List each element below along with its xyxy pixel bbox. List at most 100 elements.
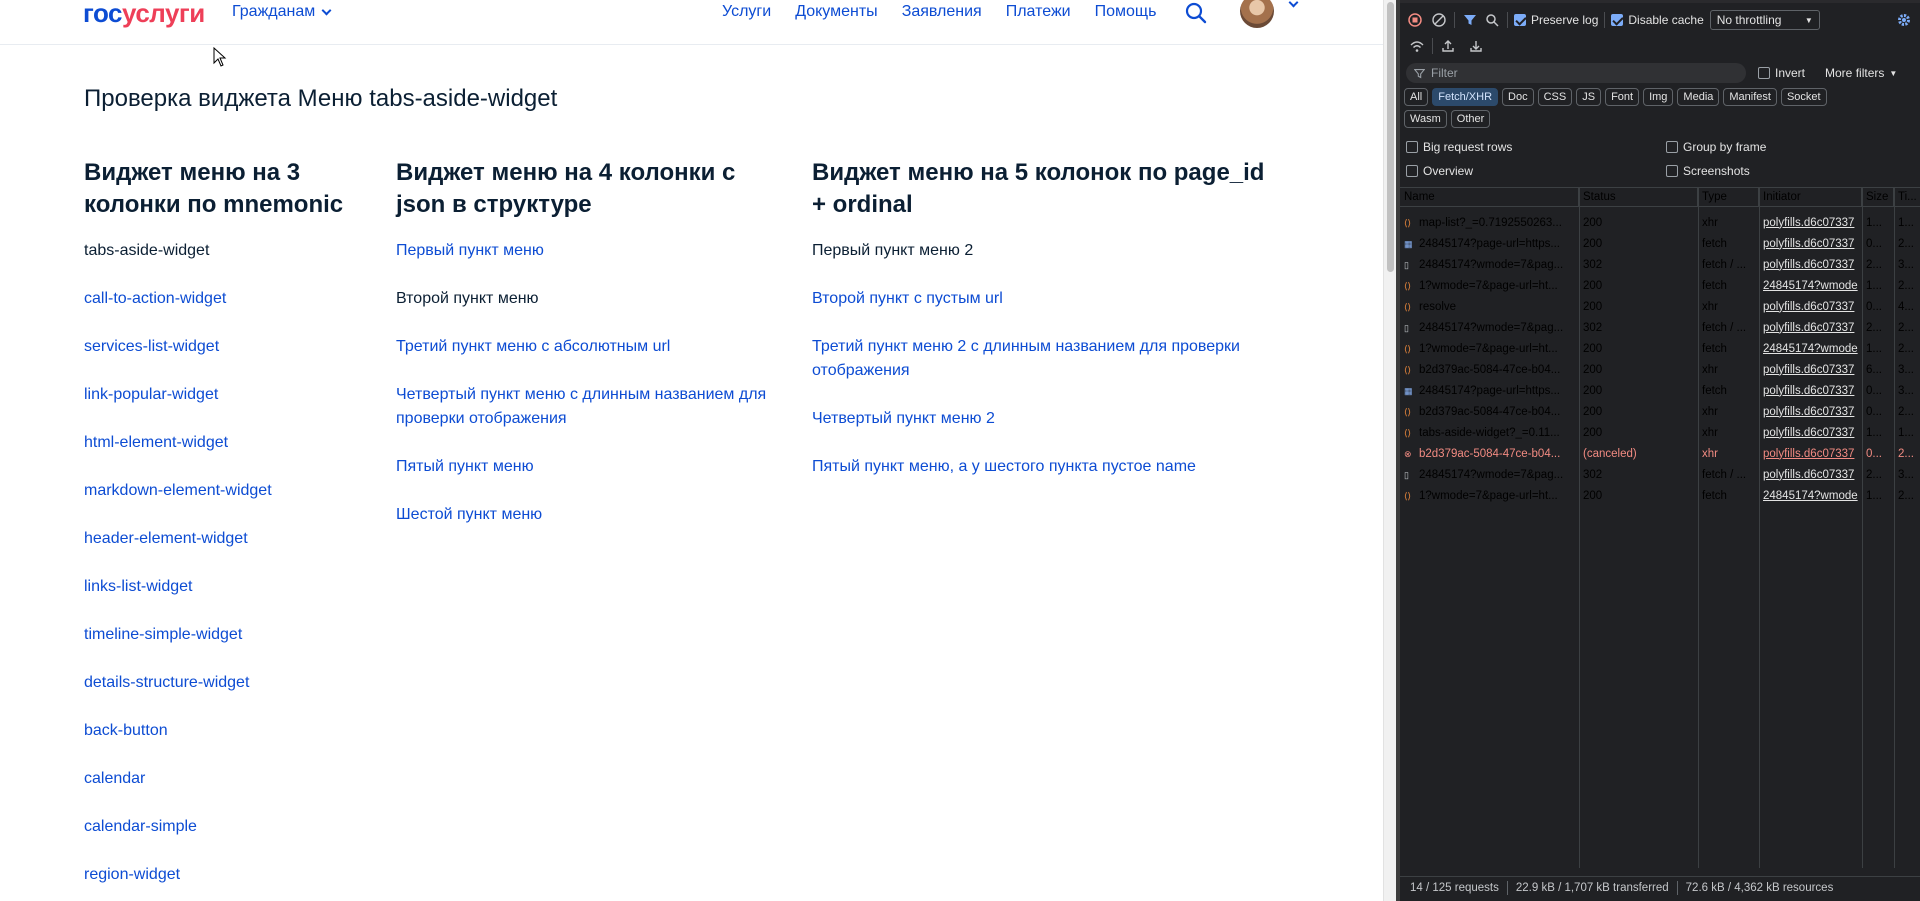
menu-link[interactable]: details-structure-widget	[84, 671, 384, 695]
request-initiator[interactable]: polyfills.d6c07337	[1759, 322, 1862, 334]
menu-link[interactable]: timeline-simple-widget	[84, 623, 384, 647]
request-initiator[interactable]: polyfills.d6c07337	[1759, 238, 1862, 250]
filter-input[interactable]: Filter	[1406, 63, 1746, 83]
menu-link[interactable]: call-to-action-widget	[84, 287, 384, 311]
request-name: ⟨⟩ map-list?_=0.7192550263...	[1404, 216, 1562, 229]
type-filter-doc[interactable]: Doc	[1502, 88, 1534, 106]
invert-checkbox[interactable]: Invert	[1758, 66, 1805, 80]
disable-cache-checkbox[interactable]: Disable cache	[1611, 13, 1704, 27]
citizens-menu[interactable]: Гражданам	[232, 3, 332, 21]
menu-link[interactable]: Четвертый пункт меню 2	[812, 407, 1282, 431]
request-row[interactable]: ▦ 24845174?page-url=https... 200 fetch polyf…	[1400, 380, 1920, 401]
type-filter-css[interactable]: CSS	[1537, 88, 1573, 106]
menu-link[interactable]: calendar	[84, 767, 384, 791]
nav-documents[interactable]: Документы	[795, 3, 877, 21]
page-scrollbar[interactable]	[1383, 0, 1396, 901]
request-row[interactable]: ▯ 24845174?wmode=7&pag... 302 fetch / ... po…	[1400, 317, 1920, 338]
request-initiator[interactable]: polyfills.d6c07337	[1759, 406, 1862, 418]
search-icon[interactable]	[1184, 1, 1208, 25]
request-row[interactable]: ⊗ b2d379ac-5084-47ce-b04... (canceled) xhr p…	[1400, 443, 1920, 464]
overview-checkbox[interactable]: Overview	[1406, 164, 1666, 178]
menu-link[interactable]: back-button	[84, 719, 384, 743]
throttling-select[interactable]: No throttling ▼	[1709, 10, 1820, 30]
menu-link[interactable]: links-list-widget	[84, 575, 384, 599]
type-filter-media[interactable]: Media	[1677, 88, 1720, 106]
menu-link[interactable]: Пятый пункт меню, а у шестого пункта пус…	[812, 455, 1282, 479]
request-initiator[interactable]: polyfills.d6c07337	[1759, 364, 1862, 376]
type-filter-other[interactable]: Other	[1450, 110, 1491, 128]
request-initiator[interactable]: polyfills.d6c07337	[1759, 259, 1862, 271]
menu-link[interactable]: Второй пункт с пустым url	[812, 287, 1282, 311]
request-row[interactable]: ▯ 24845174?wmode=7&pag... 302 fetch / ... po…	[1400, 254, 1920, 275]
nav-applications[interactable]: Заявления	[902, 3, 982, 21]
request-initiator[interactable]: polyfills.d6c07337	[1759, 469, 1862, 481]
menu-link[interactable]: header-element-widget	[84, 527, 384, 551]
request-row[interactable]: ▯ 24845174?wmode=7&pag... 302 fetch / ... po…	[1400, 464, 1920, 485]
screenshots-checkbox[interactable]: Screenshots	[1666, 164, 1750, 178]
xhr-request-icon: ⟨⟩	[1404, 343, 1412, 354]
request-row[interactable]: ⟨⟩ 1?wmode=7&page-url=ht... 200 fetch 248451…	[1400, 275, 1920, 296]
request-row[interactable]: ▦ 24845174?page-url=https... 200 fetch polyf…	[1400, 233, 1920, 254]
type-filter-img[interactable]: Img	[1643, 88, 1674, 106]
menu-link[interactable]: html-element-widget	[84, 431, 384, 455]
menu-link[interactable]: Шестой пункт меню	[396, 503, 786, 527]
request-row[interactable]: ⟨⟩ 1?wmode=7&page-url=ht... 200 fetch 248451…	[1400, 338, 1920, 359]
request-row[interactable]: ⟨⟩ tabs-aside-widget?_=0.11... 200 xhr polyf…	[1400, 422, 1920, 443]
menu-link[interactable]: link-popular-widget	[84, 383, 384, 407]
network-conditions-icon[interactable]	[1408, 37, 1426, 55]
request-row[interactable]: ⟨⟩ b2d379ac-5084-47ce-b04... 200 xhr polyfil…	[1400, 401, 1920, 422]
request-row[interactable]: ⟨⟩ resolve 200 xhr polyfills.d6c07337 0... 4..…	[1400, 296, 1920, 317]
request-row[interactable]: ⟨⟩ map-list?_=0.7192550263... 200 xhr polyfi…	[1400, 212, 1920, 233]
menu-link[interactable]: Первый пункт меню	[396, 239, 786, 263]
column-initiator[interactable]: Initiator	[1759, 188, 1862, 206]
nav-services[interactable]: Услуги	[722, 3, 771, 21]
menu-link[interactable]: Четвертый пункт меню с длинным названием…	[396, 383, 786, 431]
export-har-icon[interactable]	[1467, 37, 1485, 55]
group-by-frame-checkbox[interactable]: Group by frame	[1666, 140, 1766, 154]
menu-link[interactable]: region-widget	[84, 863, 384, 887]
user-avatar[interactable]	[1240, 0, 1274, 28]
import-har-icon[interactable]	[1439, 37, 1457, 55]
type-filter-manifest[interactable]: Manifest	[1723, 88, 1777, 106]
clear-icon[interactable]	[1430, 11, 1448, 29]
menu-link[interactable]: calendar-simple	[84, 815, 384, 839]
request-initiator[interactable]: polyfills.d6c07337	[1759, 217, 1862, 229]
column-size[interactable]: Size	[1862, 188, 1894, 206]
scrollbar-thumb[interactable]	[1387, 2, 1394, 272]
type-filter-socket[interactable]: Socket	[1780, 88, 1827, 106]
menu-link[interactable]: Третий пункт меню 2 с длинным названием …	[812, 335, 1282, 383]
profile-chevron-down-icon[interactable]	[1288, 0, 1299, 8]
more-filters-dropdown[interactable]: More filters ▼	[1825, 66, 1897, 80]
menu-link[interactable]: Пятый пункт меню	[396, 455, 786, 479]
type-filter-font[interactable]: Font	[1605, 88, 1640, 106]
record-stop-icon[interactable]	[1406, 11, 1424, 29]
menu-link[interactable]: markdown-element-widget	[84, 479, 384, 503]
request-initiator[interactable]: 24845174?wmode	[1759, 343, 1862, 355]
request-row[interactable]: ⟨⟩ 1?wmode=7&page-url=ht... 200 fetch 248451…	[1400, 485, 1920, 506]
nav-payments[interactable]: Платежи	[1006, 3, 1071, 21]
big-request-rows-checkbox[interactable]: Big request rows	[1406, 140, 1666, 154]
request-initiator[interactable]: polyfills.d6c07337	[1759, 301, 1862, 313]
column-name[interactable]: Name	[1400, 188, 1579, 206]
column-status[interactable]: Status	[1579, 188, 1698, 206]
type-filter-all[interactable]: All	[1404, 88, 1429, 106]
nav-help[interactable]: Помощь	[1095, 3, 1157, 21]
menu-link[interactable]: Третий пункт меню с абсолютным url	[396, 335, 786, 359]
filter-funnel-icon[interactable]	[1461, 11, 1479, 29]
request-initiator[interactable]: polyfills.d6c07337	[1759, 427, 1862, 439]
search-icon[interactable]	[1483, 11, 1501, 29]
type-filter-js[interactable]: JS	[1576, 88, 1602, 106]
settings-gear-icon[interactable]	[1895, 11, 1913, 29]
request-initiator[interactable]: 24845174?wmode	[1759, 280, 1862, 292]
type-filter-wasm[interactable]: Wasm	[1404, 110, 1447, 128]
request-initiator[interactable]: 24845174?wmode	[1759, 490, 1862, 502]
request-row[interactable]: ⟨⟩ b2d379ac-5084-47ce-b04... 200 xhr polyfil…	[1400, 359, 1920, 380]
column-time[interactable]: Ti...	[1894, 188, 1920, 206]
type-filter-fetchxhr[interactable]: Fetch/XHR	[1432, 88, 1499, 106]
gosuslugi-logo[interactable]: госуслуги	[83, 0, 205, 29]
menu-link[interactable]: services-list-widget	[84, 335, 384, 359]
request-initiator[interactable]: polyfills.d6c07337	[1759, 385, 1862, 397]
column-type[interactable]: Type	[1698, 188, 1759, 206]
request-initiator[interactable]: polyfills.d6c07337	[1759, 448, 1862, 460]
preserve-log-checkbox[interactable]: Preserve log	[1514, 13, 1598, 27]
